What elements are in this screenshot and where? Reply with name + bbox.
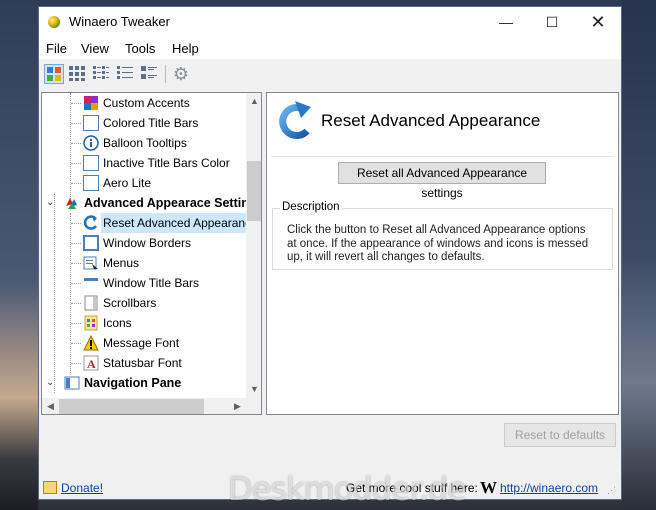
- tree-item-label: Icons: [103, 316, 132, 330]
- scrollbar-corner: [246, 398, 261, 414]
- menu-help[interactable]: Help: [172, 41, 199, 56]
- tree-item-scrollbars[interactable]: Scrollbars: [42, 293, 247, 313]
- window-title: Winaero Tweaker: [69, 14, 170, 29]
- tree-item-advanced-appearance-settings[interactable]: ⌄ Advanced Appearace Settin: [42, 193, 249, 213]
- reset-to-defaults-button[interactable]: Reset to defaults: [504, 423, 616, 447]
- window-icon: [83, 155, 99, 171]
- desktop-background-left: [0, 0, 38, 510]
- info-icon: [83, 135, 99, 151]
- tree-item-aero-lite[interactable]: Aero Lite: [42, 173, 247, 193]
- reset-all-button[interactable]: Reset all Advanced Appearance settings: [338, 162, 546, 200]
- tree-item-icons[interactable]: Icons: [42, 313, 247, 333]
- menu-bar: File View Tools Help: [39, 37, 621, 59]
- palette-icon: [64, 195, 80, 211]
- scrollbar-thumb[interactable]: [247, 161, 261, 221]
- tree-item-label: Balloon Tooltips: [103, 136, 187, 150]
- custom-accents-icon: [83, 95, 99, 111]
- tree-item-label: Scrollbars: [103, 296, 157, 310]
- settings-gear-icon[interactable]: ⚙: [171, 64, 191, 84]
- tree-item-label: Reset Advanced Appearance: [101, 213, 260, 233]
- collapse-icon[interactable]: ⌄: [46, 193, 54, 213]
- tree-item-label: Window Title Bars: [103, 276, 200, 290]
- menu-tools[interactable]: Tools: [125, 41, 155, 56]
- maximize-button[interactable]: ☐: [529, 7, 575, 37]
- menu-icon: [83, 255, 99, 271]
- desktop-background-right: [622, 0, 656, 510]
- tree-item-window-borders[interactable]: Window Borders: [42, 233, 247, 253]
- scroll-left-icon[interactable]: ◀: [42, 398, 59, 414]
- tree-item-label: Menus: [103, 256, 140, 270]
- menu-file[interactable]: File: [46, 41, 67, 56]
- winaero-logo-icon: W: [480, 478, 497, 497]
- font-icon: A: [83, 355, 99, 371]
- icons-icon: [83, 315, 99, 331]
- tree-item-balloon-tooltips[interactable]: Balloon Tooltips: [42, 133, 247, 153]
- window-border-icon: [83, 235, 99, 251]
- reset-arrow-icon: [83, 215, 99, 231]
- view-large-icon[interactable]: [44, 64, 64, 84]
- tree-vertical-scrollbar[interactable]: ▲ ▼: [246, 93, 261, 398]
- app-window: Winaero Tweaker — ☐ ✕ File View Tools He…: [38, 6, 622, 500]
- tree-item-inactive-title-bars-color[interactable]: Inactive Title Bars Color: [42, 153, 247, 173]
- scroll-down-icon[interactable]: ▼: [246, 381, 261, 398]
- description-legend: Description: [280, 201, 342, 213]
- window-icon: [83, 115, 99, 131]
- tree-item-label: Inactive Title Bars Color: [103, 156, 230, 170]
- scrollbar-icon: [83, 295, 99, 311]
- watermark: Deskmodder.de: [228, 470, 467, 508]
- view-details-icon[interactable]: [116, 64, 136, 84]
- tree-item-statusbar-font[interactable]: A Statusbar Font: [42, 353, 247, 373]
- tree-item-menus[interactable]: Menus: [42, 253, 247, 273]
- scroll-right-icon[interactable]: ▶: [229, 398, 246, 414]
- tree-item-navigation-pane[interactable]: ⌄ Navigation Pane: [42, 373, 247, 393]
- warning-icon: [83, 334, 99, 351]
- tree-item-label: Window Borders: [103, 236, 192, 250]
- description-text: Click the button to Reset all Advanced A…: [287, 224, 589, 263]
- resize-grip-icon[interactable]: ⋰: [607, 485, 616, 496]
- tree-item-label: Navigation Pane: [84, 376, 182, 390]
- navigation-pane-icon: [64, 375, 80, 391]
- tree-item-custom-accents[interactable]: Custom Accents: [42, 93, 247, 113]
- tree-item-colored-title-bars[interactable]: Colored Title Bars: [42, 113, 247, 133]
- donate-link[interactable]: Donate!: [61, 481, 103, 495]
- view-tiles-icon[interactable]: [140, 64, 160, 84]
- app-icon: [48, 16, 60, 28]
- tree-item-label: Statusbar Font: [103, 356, 182, 370]
- content-panel: Reset Advanced Appearance Reset all Adva…: [266, 92, 619, 415]
- navigation-tree[interactable]: Custom Accents Colored Title Bars Balloo…: [41, 92, 262, 415]
- reset-arrow-icon: [279, 101, 311, 139]
- collapse-icon[interactable]: ⌄: [46, 373, 54, 393]
- title-bar-icon: [83, 275, 99, 291]
- scrollbar-thumb[interactable]: [59, 399, 204, 414]
- tree-item-label: Colored Title Bars: [103, 116, 199, 130]
- tree-item-label: Advanced Appearace Settin: [84, 196, 249, 210]
- scroll-up-icon[interactable]: ▲: [246, 93, 261, 110]
- view-list-icon[interactable]: [92, 64, 112, 84]
- tree-item-label: Message Font: [103, 336, 180, 350]
- close-button[interactable]: ✕: [575, 7, 621, 37]
- window-icon: [83, 175, 99, 191]
- title-bar[interactable]: Winaero Tweaker — ☐ ✕: [39, 7, 621, 37]
- menu-view[interactable]: View: [81, 41, 109, 56]
- tree-item-message-font[interactable]: Message Font: [42, 333, 247, 353]
- page-title: Reset Advanced Appearance: [321, 111, 541, 130]
- winaero-site-link[interactable]: http://winaero.com: [500, 481, 598, 495]
- description-group: Description Click the button to Reset al…: [272, 201, 613, 270]
- tree-horizontal-scrollbar[interactable]: ◀ ▶: [42, 398, 246, 414]
- minimize-button[interactable]: —: [483, 7, 529, 37]
- tree-item-reset-advanced-appearance[interactable]: Reset Advanced Appearance: [42, 213, 260, 233]
- svg-text:A: A: [87, 357, 96, 371]
- divider: [271, 156, 614, 157]
- view-grid-icon[interactable]: [68, 64, 88, 84]
- toolbar: ⚙: [39, 59, 621, 89]
- donate-icon: [43, 481, 57, 494]
- toolbar-separator: [165, 65, 166, 83]
- tree-item-label: Custom Accents: [103, 96, 190, 110]
- tree-item-window-title-bars[interactable]: Window Title Bars: [42, 273, 247, 293]
- tree-item-label: Aero Lite: [103, 176, 152, 190]
